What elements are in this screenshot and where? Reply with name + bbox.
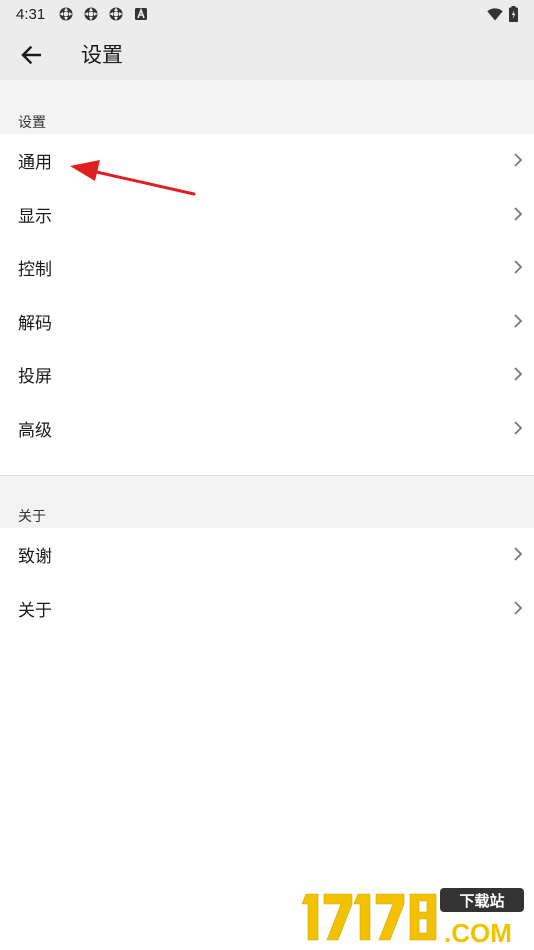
watermark-tag: 下载站 [459, 892, 504, 910]
section-header-about: 关于 [0, 475, 534, 528]
battery-icon [509, 6, 518, 22]
arrow-left-icon [21, 46, 41, 64]
settings-item-label: 通用 [18, 153, 52, 173]
section-header-settings: 设置 [0, 80, 534, 134]
chevron-right-icon [514, 367, 523, 381]
settings-item-label: 关于 [18, 600, 52, 621]
settings-item-label: 高级 [18, 420, 52, 441]
app-notification-icon [84, 7, 98, 21]
settings-item-label: 控制 [18, 260, 52, 280]
app-bar: 设置 [0, 28, 534, 80]
settings-item-display[interactable]: 显示 [0, 187, 534, 241]
settings-item-decode[interactable]: 解码 [0, 294, 534, 348]
chevron-right-icon [514, 420, 523, 435]
wifi-icon [487, 7, 503, 20]
chevron-right-icon [514, 153, 523, 167]
watermark-domain: .COM [444, 918, 512, 948]
settings-item-about[interactable]: 关于 [0, 581, 534, 635]
settings-item-thanks[interactable]: 致谢 [0, 528, 534, 582]
section-gap [0, 455, 534, 475]
settings-item-label: 显示 [18, 206, 52, 227]
settings-list: 设置 通用 显示 控制 解码 投屏 高级 关于 致谢 关于 [0, 80, 534, 635]
settings-item-general[interactable]: 通用 [0, 134, 534, 188]
app-notification-icon [59, 7, 73, 21]
section-header-label: 设置 [18, 115, 46, 131]
a-notification-icon [135, 7, 148, 20]
chevron-right-icon [514, 206, 523, 221]
app-notification-icon [109, 7, 123, 21]
back-button[interactable] [16, 40, 46, 70]
section-header-label: 关于 [18, 509, 46, 525]
chevron-right-icon [514, 260, 523, 274]
settings-item-control[interactable]: 控制 [0, 241, 534, 295]
settings-item-cast[interactable]: 投屏 [0, 348, 534, 402]
status-right-group [487, 6, 518, 22]
chevron-right-icon [514, 547, 523, 561]
status-time: 4:31 [16, 5, 46, 23]
settings-item-label: 致谢 [18, 547, 52, 567]
status-bar: 4:31 [0, 0, 534, 28]
page-title: 设置 [81, 43, 123, 67]
chevron-right-icon [514, 600, 523, 615]
settings-item-label: 投屏 [18, 367, 52, 387]
chevron-right-icon [514, 313, 523, 328]
watermark-logo: 下载站 .COM [301, 888, 524, 948]
settings-item-label: 解码 [18, 313, 52, 334]
settings-item-advanced[interactable]: 高级 [0, 401, 534, 455]
